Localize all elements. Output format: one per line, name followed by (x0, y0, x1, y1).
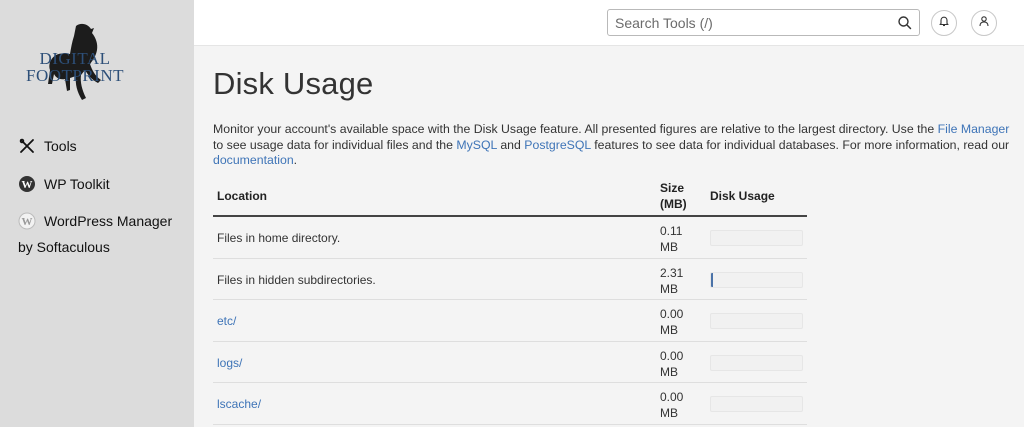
file-manager-link[interactable]: File Manager (938, 122, 1010, 136)
table-row: Files in hidden subdirectories. 2.31 MB (213, 259, 807, 300)
size-unit: MB (660, 364, 678, 379)
sidebar-item-wordpress-manager[interactable]: W WordPress Manager (18, 212, 188, 230)
description-text: and (496, 137, 525, 152)
search-input[interactable] (608, 10, 878, 35)
sidebar-item-tools[interactable]: Tools (18, 137, 77, 155)
size-unit: MB (660, 406, 678, 420)
size-value: 0.11 (660, 224, 683, 238)
user-menu-button[interactable] (971, 10, 997, 36)
size-value: 0.00 (660, 390, 684, 404)
disk-usage-table: Location Size (MB) Disk Usage Files in ho… (213, 177, 807, 425)
usage-bar (710, 354, 803, 371)
usage-bar-fill (711, 272, 713, 287)
column-header-disk-usage[interactable]: Disk Usage (710, 189, 775, 203)
sidebar-item-label: Tools (44, 138, 77, 154)
table-body: Files in home directory. 0.11 MB Files in h… (213, 217, 807, 425)
documentation-link[interactable]: documentation (213, 153, 294, 167)
size-cell: 0.00 MB (660, 306, 683, 338)
sidebar-item-label: WP Toolkit (44, 176, 110, 192)
usage-bar (710, 230, 803, 246)
usage-bar (710, 271, 803, 288)
size-cell: 0.00 MB (660, 389, 683, 421)
sidebar: DIGITAL FOOTPRINT Tools W WP Toolkit W W… (0, 0, 194, 427)
top-header (194, 0, 1024, 46)
table-row: lscache/0.00 MB (213, 383, 807, 425)
size-value: 0.00 (660, 307, 684, 321)
size-cell: 2.31 MB (660, 265, 683, 297)
column-header-size-line2: (MB) (660, 197, 687, 211)
logo-text-line2: FOOTPRINT (25, 66, 124, 85)
sidebar-item-label: WordPress Manager (44, 213, 173, 229)
usage-bar (710, 396, 803, 412)
search-box[interactable] (607, 9, 920, 36)
description-text: features to see data for individual data… (590, 137, 1010, 152)
sidebar-item-label-line2[interactable]: by Softaculous (18, 239, 110, 255)
tools-icon (18, 137, 36, 155)
page-description: Monitor your account's available space w… (213, 122, 1013, 169)
size-cell: 0.11 MB (660, 223, 682, 255)
usage-bar (710, 313, 803, 329)
column-header-location[interactable]: Location (217, 189, 267, 203)
size-unit: MB (660, 281, 678, 296)
directory-link[interactable]: etc/ (217, 314, 236, 328)
postgresql-link[interactable]: PostgreSQL (524, 138, 591, 152)
page-title: Disk Usage (213, 66, 374, 101)
column-header-size[interactable]: Size (MB) (660, 180, 687, 212)
table-header: Location Size (MB) Disk Usage (213, 177, 807, 217)
size-cell: 0.00 MB (660, 348, 683, 380)
description-text: to see usage data for individual files a… (213, 137, 457, 152)
description-text: Monitor your account's available space w… (213, 122, 938, 136)
table-row: Files in home directory. 0.11 MB (213, 217, 807, 259)
table-row: etc/0.00 MB (213, 300, 807, 342)
sidebar-item-wp-toolkit[interactable]: W WP Toolkit (18, 175, 110, 193)
size-unit: MB (660, 323, 678, 337)
size-unit: MB (660, 240, 678, 254)
mysql-link[interactable]: MySQL (456, 138, 497, 152)
wordpress-icon: W (18, 175, 36, 193)
description-text: . (293, 153, 298, 168)
directory-link[interactable]: lscache/ (217, 397, 261, 411)
location-text: Files in home directory. (217, 231, 341, 245)
svg-text:W: W (22, 216, 33, 228)
user-icon (978, 14, 990, 32)
bell-icon (938, 14, 950, 32)
directory-link[interactable]: logs/ (217, 356, 242, 370)
size-value: 0.00 (660, 348, 684, 363)
notifications-button[interactable] (931, 10, 957, 36)
column-header-size-line1: Size (660, 181, 685, 195)
table-row: logs/0.00 MB (213, 342, 807, 383)
wordpress-manager-icon: W (18, 212, 36, 230)
search-icon[interactable] (897, 15, 912, 30)
size-value: 2.31 (660, 265, 684, 280)
location-text: Files in hidden subdirectories. (217, 272, 376, 287)
logo[interactable]: DIGITAL FOOTPRINT (18, 20, 128, 108)
svg-text:W: W (22, 179, 33, 191)
